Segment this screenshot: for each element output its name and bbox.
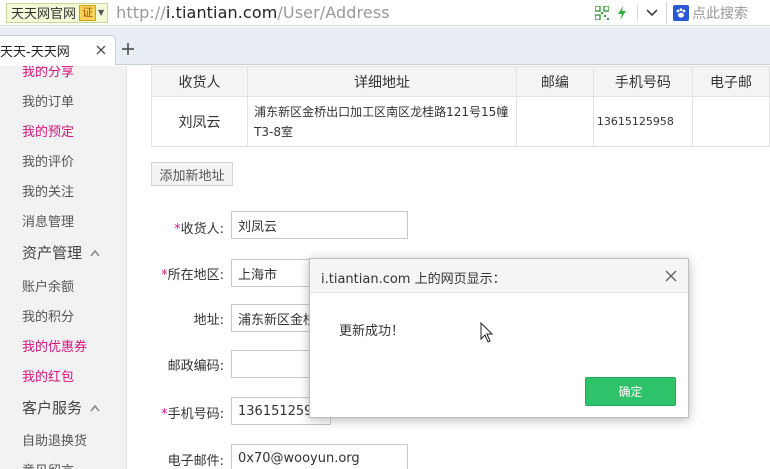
address-bar[interactable]: 天天网官网 证 ▼ http://i.tiantian.com/User/Add…: [0, 0, 770, 26]
sidebar: 我的分享 我的订单 我的预定 我的评价 我的关注 消息管理 资产管理 账户余额 …: [0, 66, 127, 469]
url-path: /User/Address: [277, 3, 390, 22]
sidebar-item-my-orders[interactable]: 我的订单: [22, 91, 74, 110]
chevron-down-icon: ▼: [98, 8, 105, 17]
label-address: 地址:: [193, 313, 224, 328]
mouse-cursor-icon: [480, 322, 494, 343]
url-text[interactable]: http://i.tiantian.com/User/Address: [116, 3, 390, 22]
sidebar-heading-label: 资产管理: [22, 244, 83, 262]
lightning-icon[interactable]: [617, 6, 627, 20]
plus-icon[interactable]: [121, 42, 135, 56]
label-row-email: 电子邮件:: [128, 450, 224, 469]
sidebar-heading-assets[interactable]: 资产管理: [22, 242, 100, 263]
alert-dialog: i.tiantian.com 上的网页显示： 更新成功！ 确定: [309, 258, 689, 418]
close-icon[interactable]: [664, 269, 678, 283]
cell-email: [691, 96, 770, 147]
chevron-up-icon: [90, 404, 100, 411]
sidebar-item-balance[interactable]: 账户余额: [22, 276, 74, 295]
label-text: 所在地区:: [167, 268, 224, 283]
tab-title: 天天-天天网: [0, 45, 70, 60]
table-header-row: 收货人 详细地址 邮编 手机号码 电子邮: [150, 66, 770, 97]
col-header: 手机号码: [592, 66, 693, 97]
label-row-zip: 邮政编码:: [128, 355, 224, 381]
tab-active[interactable]: 天天-天天网: [0, 35, 116, 65]
region-select[interactable]: 上海市: [231, 259, 311, 287]
label-email: 电子邮件:: [167, 454, 224, 469]
col-header: 详细地址: [247, 66, 517, 97]
label-text: 手机号码:: [167, 407, 224, 422]
qrcode-icon[interactable]: [595, 6, 609, 20]
sidebar-item-my-share[interactable]: 我的分享: [22, 66, 74, 80]
address-table: 收货人 详细地址 邮编 手机号码 电子邮 刘凤云 浦东新区金桥出口加工区南区龙桂…: [150, 66, 770, 147]
sidebar-item-feedback[interactable]: 意见留言: [22, 460, 74, 469]
sidebar-item-coupons[interactable]: 我的优惠券: [22, 336, 87, 355]
ok-button[interactable]: 确定: [585, 377, 676, 406]
dialog-title: i.tiantian.com 上的网页显示：: [321, 272, 506, 287]
sidebar-item-messages[interactable]: 消息管理: [22, 211, 74, 230]
dialog-header: i.tiantian.com 上的网页显示：: [310, 259, 688, 293]
sidebar-item-my-follows[interactable]: 我的关注: [22, 181, 74, 200]
url-prefix: http://: [116, 3, 166, 22]
dialog-message: 更新成功！: [339, 324, 405, 339]
sidebar-item-red-packets[interactable]: 我的红包: [22, 366, 74, 385]
chevron-up-icon: [90, 249, 100, 256]
paw-search-icon[interactable]: [673, 5, 689, 21]
cell-name: 刘凤云: [150, 96, 249, 147]
label-name: *收货人:: [174, 218, 224, 237]
col-header: 收货人: [150, 66, 249, 97]
tab-strip: 天天-天天网: [0, 27, 770, 65]
label-row-phone: *手机号码:: [128, 403, 224, 429]
search-placeholder: 点此搜索: [692, 6, 748, 22]
dropdown-icon[interactable]: [642, 5, 662, 21]
sidebar-item-my-reservations[interactable]: 我的预定: [22, 121, 74, 140]
label-region: *所在地区:: [161, 264, 224, 283]
label-phone: *手机号码:: [161, 403, 224, 422]
site-name: 天天网官网: [11, 7, 77, 22]
url-host: i.tiantian.com: [165, 3, 278, 22]
sidebar-item-points[interactable]: 我的积分: [22, 306, 74, 325]
cert-badge: 证: [79, 4, 97, 21]
site-identity-badge[interactable]: 天天网官网 证 ▼: [6, 2, 109, 23]
label-row-name: *收货人:: [128, 214, 224, 240]
sidebar-item-returns[interactable]: 自助退换货: [22, 430, 87, 449]
name-field[interactable]: 刘凤云: [231, 211, 408, 239]
col-header: 邮编: [515, 66, 594, 97]
label-row-address: 地址:: [128, 309, 224, 335]
sidebar-item-my-reviews[interactable]: 我的评价: [22, 151, 74, 170]
label-row-region: *所在地区:: [128, 264, 224, 290]
close-icon[interactable]: [95, 44, 107, 56]
sidebar-heading-service[interactable]: 客户服务: [22, 397, 100, 418]
email-field[interactable]: 0x70@wooyun.org: [231, 444, 408, 469]
add-address-button[interactable]: 添加新地址: [151, 162, 233, 186]
table-row[interactable]: 刘凤云 浦东新区金桥出口加工区南区龙桂路121号15幢T3-8室 1361512…: [150, 96, 770, 147]
col-header: 电子邮: [691, 66, 770, 97]
search-box[interactable]: 点此搜索: [666, 2, 770, 24]
cell-phone: 13615125958: [592, 96, 693, 147]
label-zip: 邮政编码:: [167, 359, 224, 374]
sidebar-heading-label: 客户服务: [22, 399, 83, 417]
cell-zip: [515, 96, 594, 147]
divider: [637, 5, 638, 21]
cell-address: 浦东新区金桥出口加工区南区龙桂路121号15幢T3-8室: [247, 96, 517, 147]
label-text: 收货人:: [180, 222, 224, 237]
